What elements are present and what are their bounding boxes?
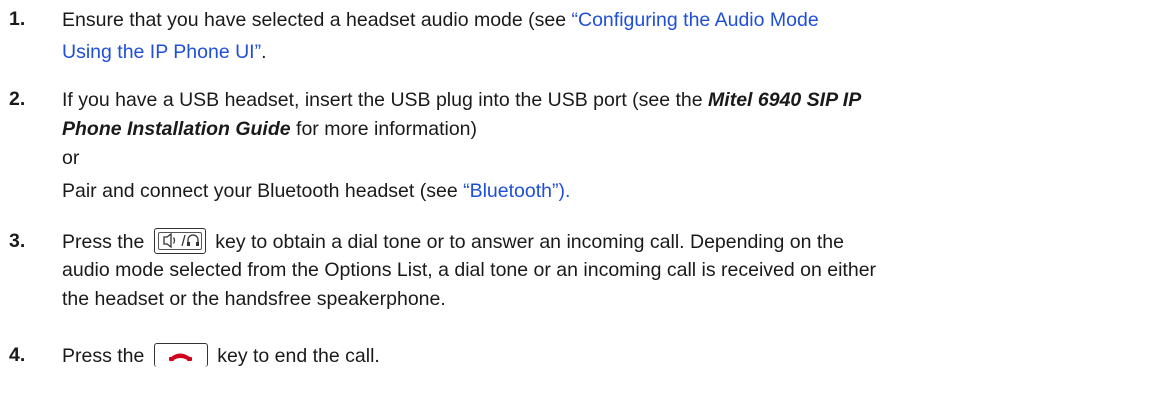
speaker-headset-key-icon: [153, 228, 206, 254]
step-text: Press the: [62, 345, 145, 367]
step-text: key to obtain a dial tone or to answer a…: [215, 231, 844, 254]
step-line: Press the key to obtain a dial tone or t…: [62, 228, 844, 256]
step-number: 1.: [9, 8, 26, 30]
step-line: If you have a USB headset, insert the US…: [62, 88, 861, 112]
step-line: or: [62, 146, 79, 170]
guide-title-cont: Phone Installation Guide: [62, 118, 291, 140]
bluetooth-link[interactable]: “Bluetooth”).: [463, 180, 570, 202]
guide-title: Mitel 6940 SIP IP: [708, 89, 862, 111]
step-text: Ensure that you have selected a headset …: [62, 9, 572, 31]
step-text: Pair and connect your Bluetooth headset …: [62, 180, 464, 202]
step-text: or: [62, 147, 80, 169]
step-text: for more information): [290, 118, 478, 140]
step-number: 4.: [9, 344, 26, 366]
step-text: .: [261, 41, 267, 63]
step-text: Press the: [62, 231, 145, 254]
step-number: 3.: [9, 230, 26, 252]
step-text: audio mode selected from the Options Lis…: [62, 259, 877, 281]
step-line: Pair and connect your Bluetooth headset …: [62, 179, 570, 203]
step-number: 2.: [9, 88, 26, 110]
step-line: Using the IP Phone UI”.: [62, 40, 267, 64]
step-line: Phone Installation Guide for more inform…: [62, 117, 477, 141]
step-text: the headset or the handsfree speakerphon…: [62, 288, 446, 310]
step-line: audio mode selected from the Options Lis…: [62, 258, 876, 282]
step-text: If you have a USB headset, insert the US…: [62, 89, 709, 111]
audio-mode-link[interactable]: “Configuring the Audio Mode: [572, 9, 819, 31]
step-line: the headset or the handsfree speakerphon…: [62, 287, 446, 311]
step-line: Press the key to end the call.: [62, 342, 380, 369]
instruction-steps: 1. Ensure that you have selected a heads…: [0, 0, 1163, 394]
step-line: Ensure that you have selected a headset …: [62, 8, 819, 32]
goodbye-key-icon: [153, 342, 208, 367]
audio-mode-link-cont[interactable]: Using the IP Phone UI”: [62, 41, 261, 63]
step-text: key to end the call.: [217, 345, 380, 367]
